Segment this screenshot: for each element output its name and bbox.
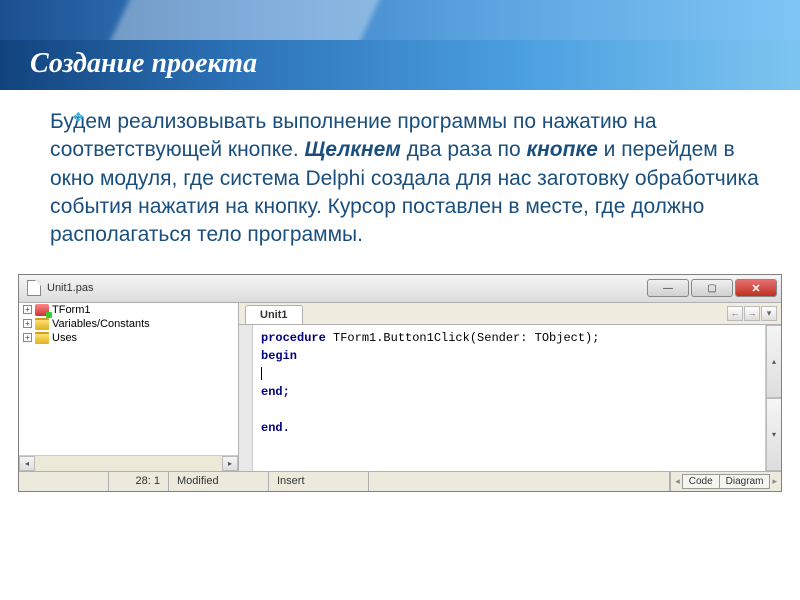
tab-prev-button[interactable]: ←: [727, 306, 743, 321]
status-cursor-position: 28: 1: [109, 472, 169, 491]
scroll-track[interactable]: [35, 456, 222, 471]
editor-pane: Unit1 ← → ▾ procedure TForm1.Button1Clic…: [239, 303, 781, 471]
editor-tab-unit1[interactable]: Unit1: [245, 305, 303, 324]
expand-icon[interactable]: +: [23, 333, 32, 342]
status-cell-empty: [19, 472, 109, 491]
tab-next-button[interactable]: →: [744, 306, 760, 321]
status-insert-mode: Insert: [269, 472, 369, 491]
expand-icon[interactable]: +: [23, 305, 32, 314]
minimize-button[interactable]: —: [647, 279, 689, 297]
tree-item-variables[interactable]: + Variables/Constants: [19, 317, 238, 331]
status-bar: 28: 1 Modified Insert ◂ Code Diagram ▸: [19, 471, 781, 491]
code-editor-window: Unit1.pas — ▢ ✕ + TForm1 + Variables/Con…: [18, 274, 782, 492]
tree-item-tform1[interactable]: + TForm1: [19, 303, 238, 317]
status-modified: Modified: [169, 472, 269, 491]
scroll-left-button[interactable]: ◂: [19, 456, 35, 471]
slide-paragraph: ❖ Будем реализовывать выполнение програм…: [50, 108, 770, 250]
folder-icon: [35, 332, 49, 344]
slide-content: ❖ Будем реализовывать выполнение програм…: [0, 90, 800, 260]
slide-title: Создание проекта: [30, 48, 770, 80]
status-cell-spacer: [369, 472, 670, 491]
tree-item-label: Variables/Constants: [52, 318, 150, 330]
bullet-icon: ❖: [72, 108, 85, 127]
close-button[interactable]: ✕: [735, 279, 777, 297]
tree-item-label: Uses: [52, 332, 77, 344]
structure-tree-pane: + TForm1 + Variables/Constants + Uses ◂ …: [19, 303, 239, 471]
view-tabs: ◂ Code Diagram ▸: [670, 472, 781, 491]
folder-icon: [35, 318, 49, 330]
tab-menu-button[interactable]: ▾: [761, 306, 777, 321]
text-cursor: [261, 367, 262, 380]
expand-icon[interactable]: +: [23, 319, 32, 328]
file-icon: [27, 280, 41, 296]
slide-header-decoration: [0, 0, 800, 40]
editor-tab-row: Unit1 ← → ▾: [239, 303, 781, 325]
form-icon: [35, 304, 49, 316]
view-tab-code[interactable]: Code: [682, 474, 720, 489]
maximize-button[interactable]: ▢: [691, 279, 733, 297]
editor-vertical-scrollbar[interactable]: ▴ ▾: [765, 325, 781, 471]
tree-horizontal-scrollbar[interactable]: ◂ ▸: [19, 455, 238, 471]
slide-title-bar: Создание проекта: [0, 40, 800, 90]
tab-scroll-right-icon[interactable]: ▸: [772, 476, 777, 487]
scroll-down-button[interactable]: ▾: [766, 398, 781, 471]
tree-item-uses[interactable]: + Uses: [19, 331, 238, 345]
window-titlebar[interactable]: Unit1.pas — ▢ ✕: [19, 275, 781, 303]
code-editor[interactable]: procedure TForm1.Button1Click(Sender: TO…: [253, 325, 765, 471]
view-tab-diagram[interactable]: Diagram: [720, 474, 771, 489]
scroll-right-button[interactable]: ▸: [222, 456, 238, 471]
window-title: Unit1.pas: [47, 282, 647, 294]
tree-item-label: TForm1: [52, 304, 91, 316]
tab-scroll-left-icon[interactable]: ◂: [675, 476, 680, 487]
scroll-up-button[interactable]: ▴: [766, 325, 781, 398]
code-gutter: [239, 325, 253, 471]
